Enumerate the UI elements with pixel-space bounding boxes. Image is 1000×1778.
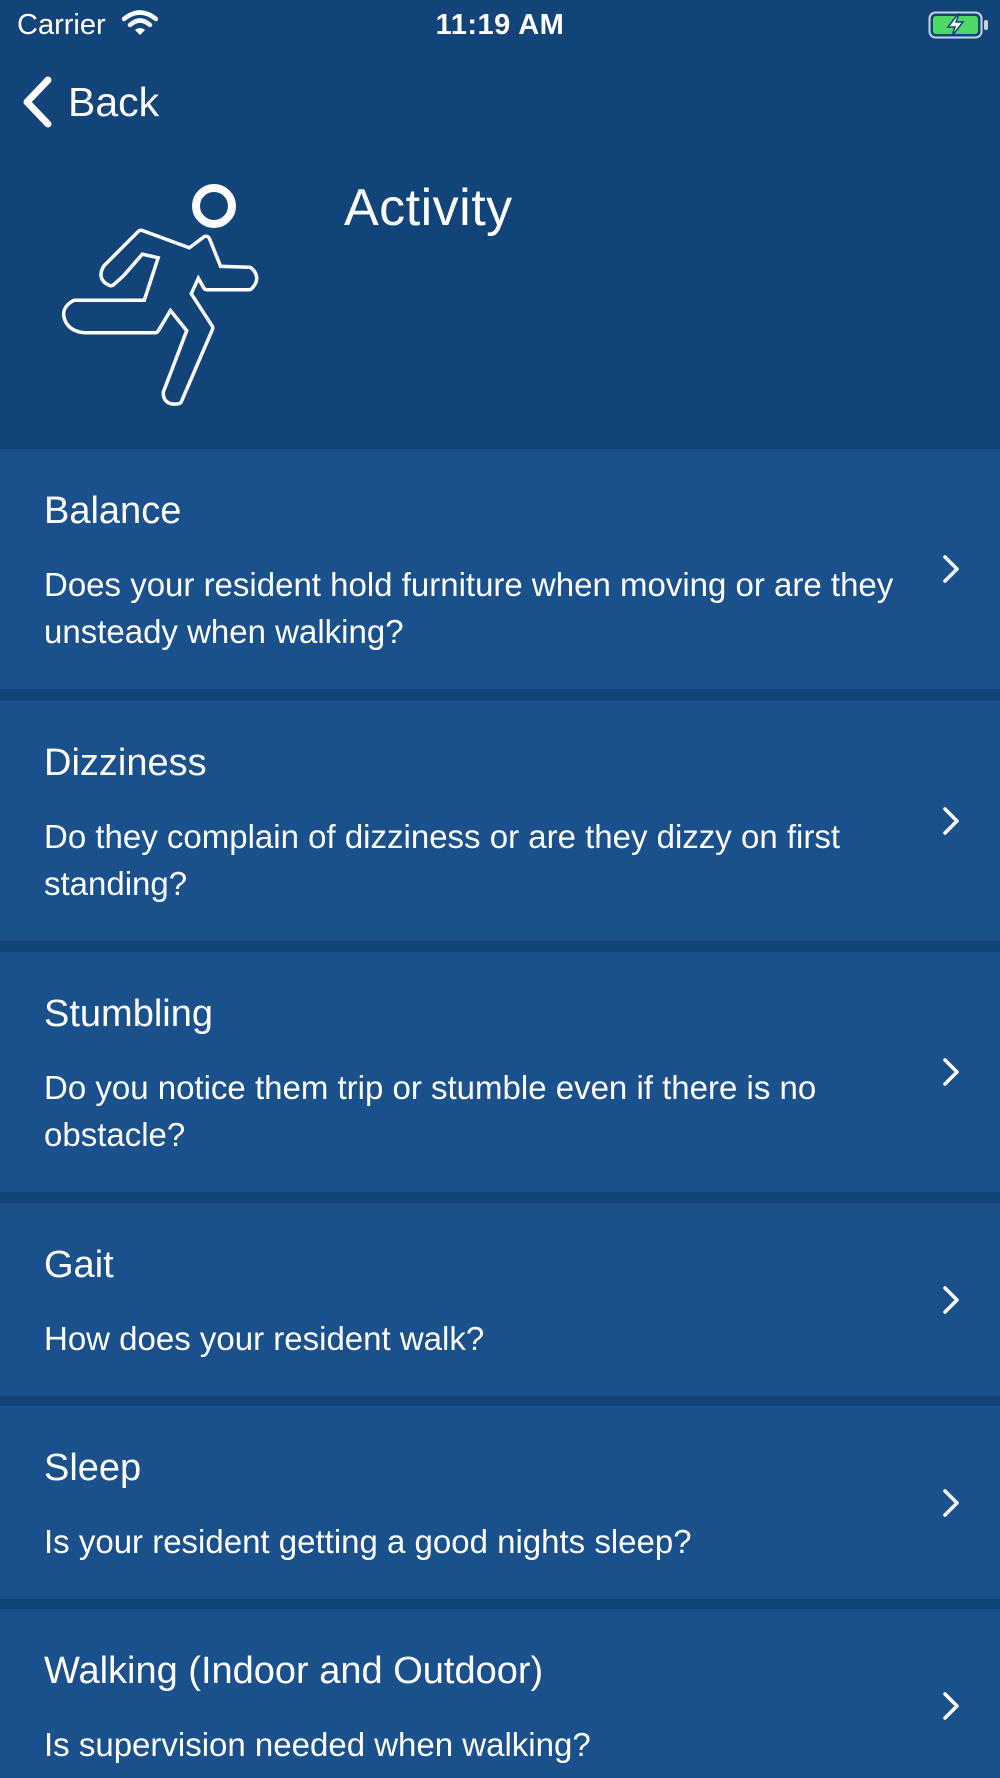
status-bar: Carrier 11:19 AM: [0, 0, 1000, 50]
list-item-dizziness[interactable]: Dizziness Do they complain of dizziness …: [0, 701, 1000, 941]
chevron-right-icon: [943, 1058, 959, 1086]
item-title: Walking (Indoor and Outdoor): [44, 1650, 544, 1692]
item-description: Is your resident getting a good nights s…: [44, 1523, 692, 1560]
item-description: Do they complain of dizziness or are the…: [44, 818, 841, 902]
running-person-icon: [55, 178, 275, 413]
list-item-walking[interactable]: Walking (Indoor and Outdoor) Is supervis…: [0, 1609, 1000, 1778]
item-description: Does your resident hold furniture when m…: [44, 566, 894, 650]
list-item-balance[interactable]: Balance Does your resident hold furnitur…: [0, 449, 1000, 689]
battery-charging-icon: [928, 11, 990, 44]
list-item-stumbling[interactable]: Stumbling Do you notice them trip or stu…: [0, 952, 1000, 1192]
chevron-right-icon: [943, 1489, 959, 1517]
item-description: How does your resident walk?: [44, 1320, 485, 1357]
chevron-right-icon: [943, 555, 959, 583]
back-button[interactable]: Back: [20, 74, 159, 130]
back-label: Back: [68, 78, 160, 125]
item-title: Gait: [44, 1244, 114, 1286]
chevron-right-icon: [943, 807, 959, 835]
item-title: Dizziness: [44, 742, 207, 784]
item-title: Sleep: [44, 1447, 142, 1489]
chevron-right-icon: [943, 1692, 959, 1720]
list-item-gait[interactable]: Gait How does your resident walk?: [0, 1203, 1000, 1396]
item-title: Balance: [44, 490, 182, 532]
item-title: Stumbling: [44, 993, 213, 1035]
item-description: Do you notice them trip or stumble even …: [44, 1069, 817, 1153]
list-item-sleep[interactable]: Sleep Is your resident getting a good ni…: [0, 1406, 1000, 1599]
status-time: 11:19 AM: [435, 9, 565, 41]
chevron-right-icon: [943, 1286, 959, 1314]
chevron-left-icon: [23, 76, 52, 128]
item-description: Is supervision needed when walking?: [44, 1726, 591, 1763]
page-title: Activity: [344, 179, 513, 237]
